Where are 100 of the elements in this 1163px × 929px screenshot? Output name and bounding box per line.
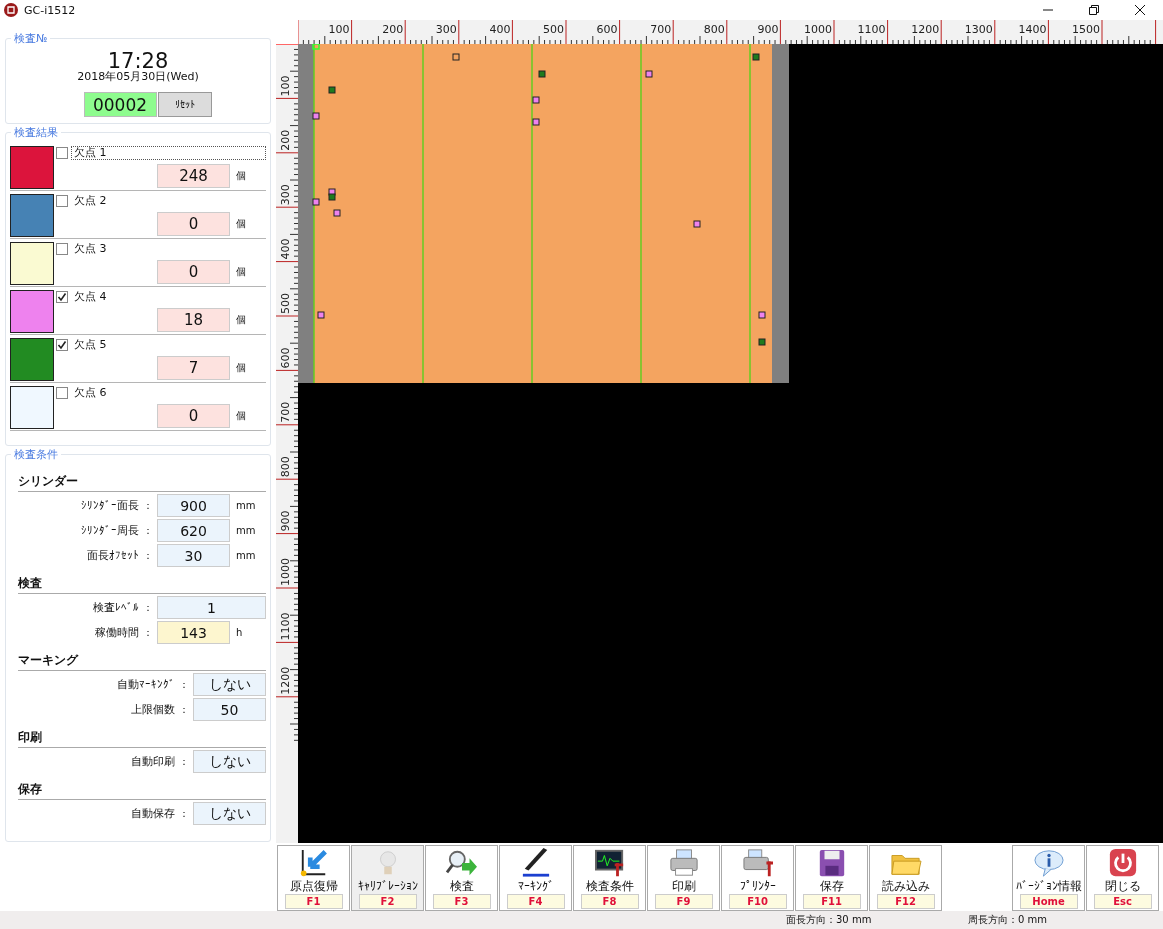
section-heading: シリンダー	[18, 473, 266, 492]
ruler-label: 200	[279, 129, 292, 151]
field-label: 上限個数	[131, 702, 175, 717]
ruler-label: 100	[328, 23, 350, 36]
checkbox[interactable]	[56, 243, 68, 255]
field-label: 面長ｵﾌｾｯﾄ	[87, 548, 139, 563]
shortcut-key: F2	[358, 894, 417, 909]
clock-time: 17:28	[107, 51, 169, 71]
unit-label: 個	[236, 169, 247, 183]
value-field[interactable]: しない	[193, 802, 266, 825]
ruler-label: 700	[650, 23, 672, 36]
ruler-label: 500	[543, 23, 564, 36]
field-label: 自動ﾏｰｷﾝｸﾞ	[117, 677, 175, 692]
toolbar-button[interactable]: 印刷 F9	[647, 845, 720, 911]
field-label: 自動印刷	[131, 754, 175, 769]
value-field[interactable]: 30	[157, 544, 230, 567]
value-field[interactable]: 900	[157, 494, 230, 517]
ruler-label: 1400	[1018, 23, 1047, 36]
unit-label: 個	[236, 361, 247, 375]
defect-count: 18	[157, 308, 230, 332]
group-title: 検査条件	[11, 447, 61, 462]
unit-label: 個	[236, 313, 247, 327]
checkbox[interactable]	[56, 291, 68, 303]
button-label: ﾌﾟﾘﾝﾀｰ	[739, 879, 776, 893]
checkbox[interactable]	[56, 339, 68, 351]
toolbar-button[interactable]: 原点復帰 F1	[277, 845, 350, 911]
value-field[interactable]: 50	[193, 698, 266, 721]
section-heading: マーキング	[18, 652, 266, 671]
app-logo-icon	[4, 3, 18, 17]
toolbar-button[interactable]: ﾊﾞｰｼﾞｮﾝ情報 Home	[1012, 845, 1085, 911]
unit-label: 個	[236, 265, 247, 279]
defect-label[interactable]: 欠点 2	[71, 194, 266, 208]
button-label: ｷｬﾘﾌﾞﾚｰｼｮﾝ	[357, 879, 418, 893]
button-label: 印刷	[671, 879, 696, 893]
defect-label[interactable]: 欠点 4	[71, 290, 266, 304]
shortcut-key: F12	[876, 894, 935, 909]
shortcut-key: F10	[728, 894, 787, 909]
ruler-label: 300	[279, 184, 292, 206]
window-title: GC-i1512	[24, 3, 76, 17]
value-field[interactable]: 1	[157, 596, 266, 619]
colon-separator: ：	[142, 548, 154, 563]
shortcut-key: Esc	[1093, 894, 1152, 909]
group-title: 検査結果	[11, 125, 61, 140]
value-field[interactable]: しない	[193, 673, 266, 696]
colon-separator: ：	[178, 677, 190, 692]
colon-separator: ：	[142, 625, 154, 640]
button-label: 保存	[819, 879, 844, 893]
ruler-label: 1000	[279, 558, 292, 586]
button-label: 検査	[449, 879, 474, 893]
ruler-label: 1000	[804, 23, 832, 36]
defect-label[interactable]: 欠点 3	[71, 242, 266, 256]
colon-separator: ：	[142, 600, 154, 615]
ruler-label: 300	[435, 23, 457, 36]
ruler-label: 600	[279, 347, 292, 369]
printer-tools-icon	[740, 848, 775, 878]
toolbar-button[interactable]: ﾌﾟﾘﾝﾀｰ F10	[721, 845, 794, 911]
value-field[interactable]: 620	[157, 519, 230, 542]
checkbox[interactable]	[56, 147, 68, 159]
ruler-label: 1100	[279, 612, 292, 641]
restore-icon[interactable]	[1089, 5, 1099, 15]
toolbar-button[interactable]: 読み込み F12	[869, 845, 942, 911]
ruler-label: 700	[279, 401, 292, 423]
toolbar-button[interactable]: 検査条件 F8	[573, 845, 646, 911]
unit-label: h	[235, 627, 244, 638]
checkbox[interactable]	[56, 387, 68, 399]
checkbox[interactable]	[56, 195, 68, 207]
defect-count: 0	[157, 212, 230, 236]
colon-separator: ：	[178, 702, 190, 717]
defect-label[interactable]: 欠点 6	[71, 386, 266, 400]
unit-label: mm	[235, 525, 257, 536]
shortcut-key: F4	[506, 894, 565, 909]
field-label: 検査ﾚﾍﾞﾙ	[93, 600, 139, 615]
toolbar-button[interactable]: 検査 F3	[425, 845, 498, 911]
field-label: 自動保存	[131, 806, 175, 821]
button-label: 原点復帰	[289, 879, 338, 893]
defect-label[interactable]: 欠点 1	[71, 146, 266, 160]
value-field[interactable]: 143	[157, 621, 230, 644]
defect-count: 0	[157, 260, 230, 284]
ruler-label: 400	[279, 238, 292, 260]
button-label: 検査条件	[585, 879, 634, 893]
field-label: ｼﾘﾝﾀﾞｰ面長	[81, 498, 139, 513]
button-label: ﾏｰｷﾝｸﾞ	[517, 879, 554, 893]
toolbar-button[interactable]: 閉じる Esc	[1086, 845, 1159, 911]
ruler-label: 400	[489, 23, 511, 36]
button-label: 閉じる	[1104, 879, 1141, 893]
close-icon[interactable]	[1135, 5, 1145, 15]
unit-label: 個	[236, 409, 247, 423]
shortcut-key: F8	[580, 894, 639, 909]
ruler-label: 800	[703, 23, 725, 36]
reset-button[interactable]: ﾘｾｯﾄ	[157, 92, 212, 117]
toolbar-button[interactable]: ﾏｰｷﾝｸﾞ F4	[499, 845, 572, 911]
defect-count: 0	[157, 404, 230, 428]
shortcut-key: F11	[802, 894, 861, 909]
defect-label[interactable]: 欠点 5	[71, 338, 266, 352]
value-field[interactable]: しない	[193, 750, 266, 773]
field-label: ｼﾘﾝﾀﾞｰ周長	[81, 523, 139, 538]
ruler-label: 100	[279, 75, 292, 97]
colon-separator: ：	[142, 498, 154, 513]
toolbar-button[interactable]: 保存 F11	[795, 845, 868, 911]
section-heading: 検査	[18, 575, 266, 594]
